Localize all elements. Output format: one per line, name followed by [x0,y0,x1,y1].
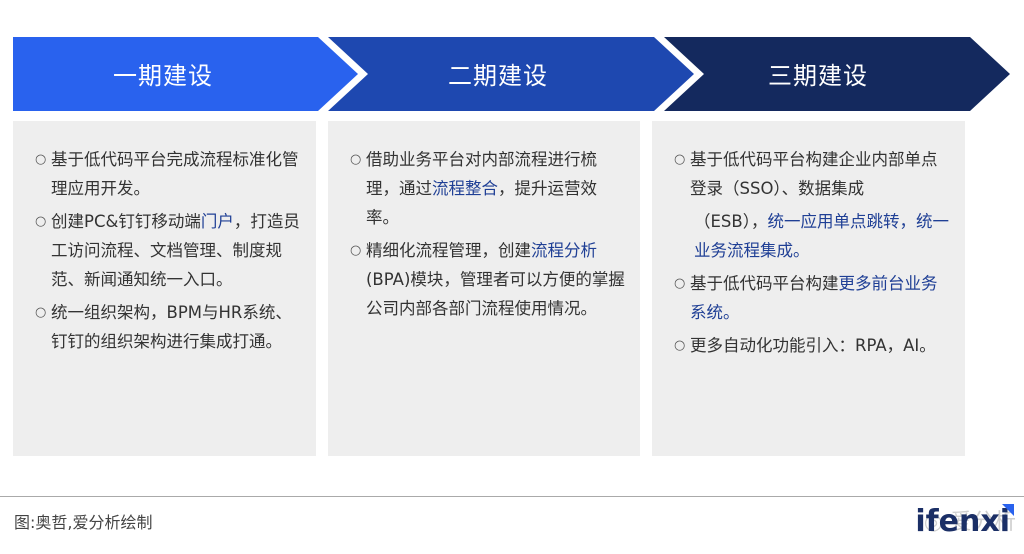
bullet-text: 精细化流程管理，创建 [366,241,531,260]
source-note: 图:奥哲,爱分析绘制 [14,513,153,532]
bullet-icon: ○ [674,152,686,167]
bullet-text: （ESB）， [694,212,768,231]
bullet-text: 基于低代码平台完成流程标准化管理应用开发。 [51,150,299,198]
phase-3-title: 三期建设 [768,62,868,90]
highlighted-text: 流程整合 [432,179,498,198]
bullet-text: 基于低代码平台构建企业内部单点登录（SSO）、数据集成 [690,150,938,198]
phase-2-title: 二期建设 [448,62,548,90]
phase-1-panel: ○ 基于低代码平台完成流程标准化管理应用开发。 ○ 创建PC&钉钉移动端门户，打造员工… [13,121,316,456]
ifenxi-logo: ifenxi [915,504,1010,539]
phase-2-panel: ○ 借助业务平台对内部流程进行梳理，通过流程整合，提升运营效率。 ○ 精细化流程管理，… [328,121,640,456]
list-item: ○ 创建PC&钉钉移动端门户，打造员工访问流程、文档管理、制度规范、新闻通知统一入… [35,207,304,294]
bullet-text: (BPA)模块，管理者可以方便的掌握公司内部各部门流程使用情况。 [366,270,625,318]
bullet-icon: ○ [35,214,47,229]
list-item: ○ 基于低代码平台构建企业内部单点登录（SSO）、数据集成 （ESB），统一应用单点… [674,145,953,265]
bullet-continuation: （ESB），统一应用单点跳转，统一业务流程集成。 [690,207,953,265]
bullet-text: 更多自动化功能引入：RPA，AI。 [690,336,936,355]
bullet-icon: ○ [350,243,362,258]
list-item: ○ 更多自动化功能引入：RPA，AI。 [674,331,953,360]
bullet-icon: ○ [674,338,686,353]
phase-3-panel: ○ 基于低代码平台构建企业内部单点登录（SSO）、数据集成 （ESB），统一应用单点… [652,121,965,456]
bullet-icon: ○ [35,305,47,320]
bullet-text: 创建PC&钉钉移动端 [51,212,201,231]
phase-1-title: 一期建设 [113,62,213,90]
bullet-text: 基于低代码平台构建 [690,274,839,293]
bullet-icon: ○ [674,276,686,291]
list-item: ○ 精细化流程管理，创建流程分析 (BPA)模块，管理者可以方便的掌握公司内部各部门… [350,236,628,323]
bullet-text: 统一组织架构，BPM与HR系统、钉钉的组织架构进行集成打通。 [51,303,292,351]
bullet-icon: ○ [35,152,47,167]
logo-arrow-icon [1002,504,1014,516]
highlighted-text: 流程分析 [531,241,597,260]
list-item: ○ 借助业务平台对内部流程进行梳理，通过流程整合，提升运营效率。 [350,145,628,232]
footer-divider [0,496,1024,497]
list-item: ○ 统一组织架构，BPM与HR系统、钉钉的组织架构进行集成打通。 [35,298,304,356]
bullet-icon: ○ [350,152,362,167]
list-item: ○ 基于低代码平台构建更多前台业务系统。 [674,269,953,327]
list-item: ○ 基于低代码平台完成流程标准化管理应用开发。 [35,145,304,203]
highlighted-text: 门户 [200,212,234,231]
